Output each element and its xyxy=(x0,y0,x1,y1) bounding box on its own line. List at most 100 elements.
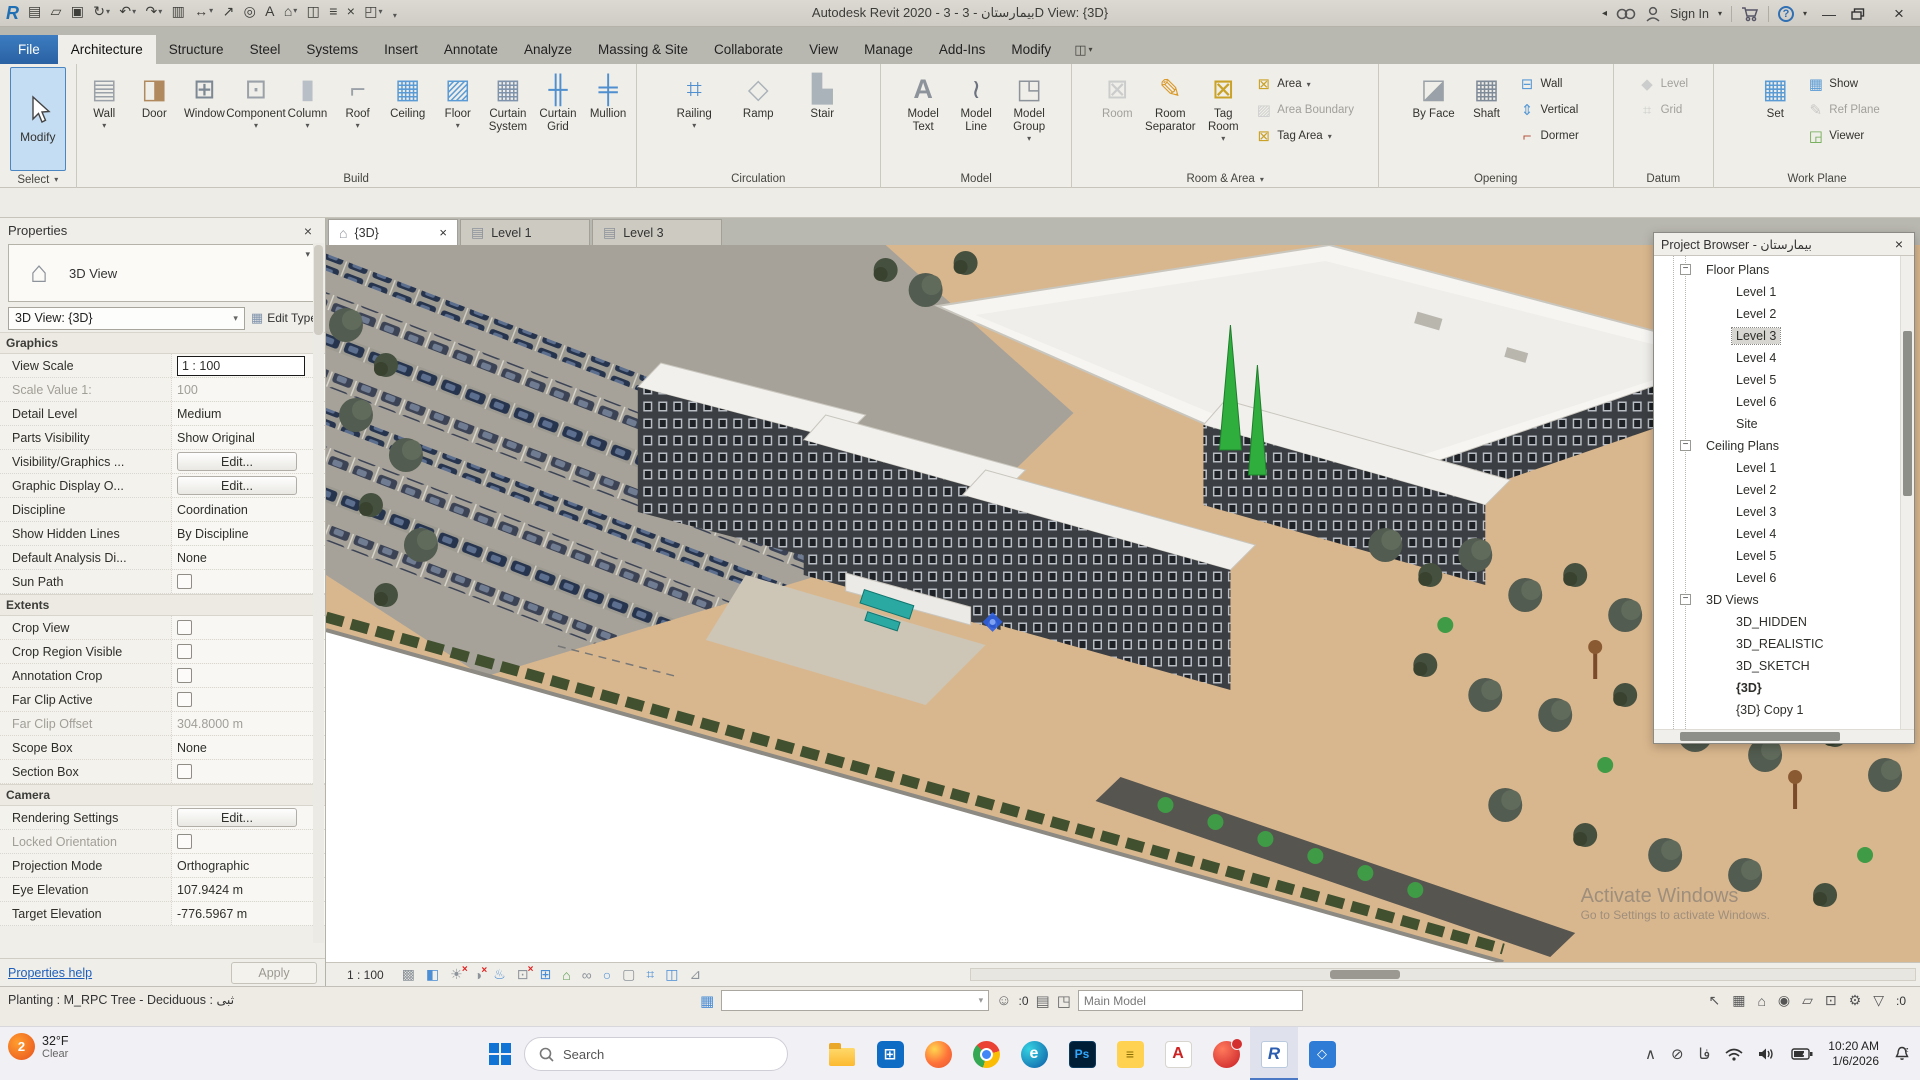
active-workset-combo[interactable]: ▾ xyxy=(721,990,989,1011)
view-control-icon[interactable]: ☀ xyxy=(450,966,463,983)
user-icon[interactable] xyxy=(1645,6,1661,22)
qat-icon[interactable]: ⌂▾ xyxy=(281,0,300,22)
ribbon-tab[interactable]: Systems xyxy=(293,35,371,64)
properties-scrollbar[interactable] xyxy=(313,243,324,943)
browser-tree-item[interactable]: {3D} xyxy=(1654,677,1914,699)
qat-icon[interactable]: ≡ xyxy=(326,0,340,22)
panel-label-circulation[interactable]: Circulation xyxy=(637,170,880,188)
taskbar-app[interactable]: A xyxy=(1154,1027,1202,1080)
show-hidden-icons-icon[interactable]: ∧ xyxy=(1645,1045,1656,1063)
ribbon-tab[interactable]: Architecture xyxy=(58,35,156,64)
notifications-icon[interactable]: z xyxy=(1894,1046,1910,1062)
help-caret-icon[interactable]: ▾ xyxy=(1803,9,1807,18)
qat-icon[interactable]: ◰▾ xyxy=(361,0,385,22)
revit-logo[interactable]: R xyxy=(6,3,19,24)
ribbon-button[interactable]: Ramp xyxy=(733,67,783,163)
editable-only-icon[interactable]: ☺ xyxy=(996,992,1011,1009)
taskbar-app[interactable] xyxy=(1202,1027,1250,1080)
ribbon-button[interactable]: Curtain Grid xyxy=(534,67,581,163)
ribbon-small-button[interactable]: Show xyxy=(1803,71,1862,97)
selection-toggle-icon[interactable]: ⌂ xyxy=(1757,993,1765,1009)
browser-tree-item[interactable]: Level 2 xyxy=(1654,479,1914,501)
ribbon-small-button[interactable]: Wall xyxy=(1515,71,1567,97)
qat-icon[interactable]: ▱ xyxy=(48,0,65,22)
selection-toggle-icon[interactable]: ▦ xyxy=(1732,992,1745,1009)
browser-tree-item[interactable]: − 3D Views xyxy=(1654,589,1914,611)
add-to-set-icon[interactable]: ◳ xyxy=(1057,992,1071,1010)
view-control-icon[interactable]: ▩ xyxy=(402,966,415,983)
browser-tree-item[interactable]: Level 1 xyxy=(1654,281,1914,303)
property-row[interactable]: Default Analysis Di... None xyxy=(0,546,325,570)
panel-label-work-plane[interactable]: Work Plane xyxy=(1714,170,1920,188)
design-options-icon[interactable]: ▤ xyxy=(1036,992,1050,1010)
ribbon-small-button[interactable]: Tag Area ▾ xyxy=(1251,123,1335,149)
browser-tree-item[interactable]: Site xyxy=(1654,413,1914,435)
property-value[interactable]: Edit... xyxy=(172,450,325,473)
view-control-icon[interactable]: ⊞ xyxy=(540,966,552,983)
qat-icon[interactable]: ▤ xyxy=(25,0,44,22)
worksets-icon[interactable]: ▦ xyxy=(700,992,714,1010)
browser-tree-item[interactable]: Level 2 xyxy=(1654,303,1914,325)
view-tab[interactable]: {3D} × xyxy=(328,219,458,245)
property-row[interactable]: Graphic Display O... Edit... xyxy=(0,474,325,498)
apply-button[interactable]: Apply xyxy=(231,962,317,984)
ribbon-small-button[interactable]: Level xyxy=(1635,71,1693,97)
qat-icon[interactable]: × xyxy=(344,0,358,22)
scrollbar-thumb[interactable] xyxy=(1903,331,1912,496)
combo-caret-icon[interactable]: ▾ xyxy=(979,995,984,1006)
qat-icon[interactable]: ↻▾ xyxy=(90,0,113,22)
browser-tree-item[interactable]: Level 4 xyxy=(1654,347,1914,369)
ribbon-button[interactable]: Shaft xyxy=(1462,67,1512,163)
browser-tree-item[interactable]: Level 6 xyxy=(1654,567,1914,589)
browser-tree-item[interactable]: Level 4 xyxy=(1654,523,1914,545)
qat-icon[interactable]: ▥ xyxy=(169,0,188,22)
panel-label-datum[interactable]: Datum xyxy=(1614,170,1714,188)
property-value[interactable]: Orthographic xyxy=(172,854,325,877)
ribbon-small-button[interactable]: Vertical xyxy=(1515,97,1583,123)
browser-tree-item[interactable]: Level 3 xyxy=(1654,325,1914,347)
panel-label-opening[interactable]: Opening xyxy=(1379,170,1613,188)
modify-button[interactable]: Modify xyxy=(10,67,66,171)
view-control-icon[interactable]: ⌗ xyxy=(646,966,654,983)
ribbon-small-button[interactable]: Ref Plane xyxy=(1803,97,1884,123)
property-value[interactable] xyxy=(172,688,325,711)
project-browser-close-icon[interactable]: × xyxy=(1891,236,1907,252)
ribbon-button[interactable]: Door xyxy=(131,67,178,163)
view-control-icon[interactable]: ∞ xyxy=(582,967,592,983)
view-control-icon[interactable]: ⊿ xyxy=(690,966,702,983)
taskbar-app[interactable]: ◇ xyxy=(1298,1027,1346,1080)
property-row[interactable]: Far Clip Offset 304.8000 m xyxy=(0,712,325,736)
browser-tree-item[interactable]: Level 3 xyxy=(1654,501,1914,523)
view-control-icon[interactable]: ◑ xyxy=(474,967,482,983)
section-camera[interactable]: Camera^ xyxy=(0,784,325,806)
design-option-combo[interactable]: Main Model xyxy=(1078,990,1303,1011)
mouse-disabled-icon[interactable]: ⊘ xyxy=(1671,1045,1684,1063)
minimize-button[interactable]: — xyxy=(1816,6,1842,22)
browser-tree-item[interactable]: 3D_HIDDEN xyxy=(1654,611,1914,633)
ribbon-button[interactable]: Model Line xyxy=(951,67,1001,163)
weather-widget[interactable]: 2 32°F Clear xyxy=(8,1033,69,1060)
browser-tree-item[interactable]: 3D_REALISTIC xyxy=(1654,633,1914,655)
sign-in-caret-icon[interactable]: ▾ xyxy=(1718,9,1722,18)
taskbar-app[interactable]: ⊞ xyxy=(866,1027,914,1080)
ribbon-button[interactable]: Roof ▾ xyxy=(334,67,381,163)
property-row[interactable]: View Scale 1 : 100 xyxy=(0,354,325,378)
property-value[interactable] xyxy=(172,664,325,687)
ribbon-button[interactable]: Room xyxy=(1092,67,1142,163)
restore-button[interactable] xyxy=(1851,8,1877,20)
tab-file[interactable]: File xyxy=(0,35,58,64)
browser-vertical-scrollbar[interactable] xyxy=(1900,256,1914,729)
qat-icon[interactable]: ↶▾ xyxy=(116,0,139,22)
wifi-icon[interactable] xyxy=(1725,1048,1743,1061)
property-value[interactable]: Edit... xyxy=(172,806,325,829)
taskbar-app[interactable]: ≡ xyxy=(1106,1027,1154,1080)
qat-icon[interactable]: ↔▾ xyxy=(191,0,216,22)
ribbon-button[interactable]: Stair xyxy=(797,67,847,163)
property-row[interactable]: Annotation Crop xyxy=(0,664,325,688)
qat-icon[interactable]: ▾ xyxy=(389,5,400,27)
property-value[interactable]: None xyxy=(172,736,325,759)
panel-label-build[interactable]: Build xyxy=(77,170,636,188)
qat-icon[interactable]: A xyxy=(262,0,277,22)
view-control-icon[interactable]: ◧ xyxy=(426,966,439,983)
selection-toggle-icon[interactable]: ◉ xyxy=(1778,992,1790,1009)
